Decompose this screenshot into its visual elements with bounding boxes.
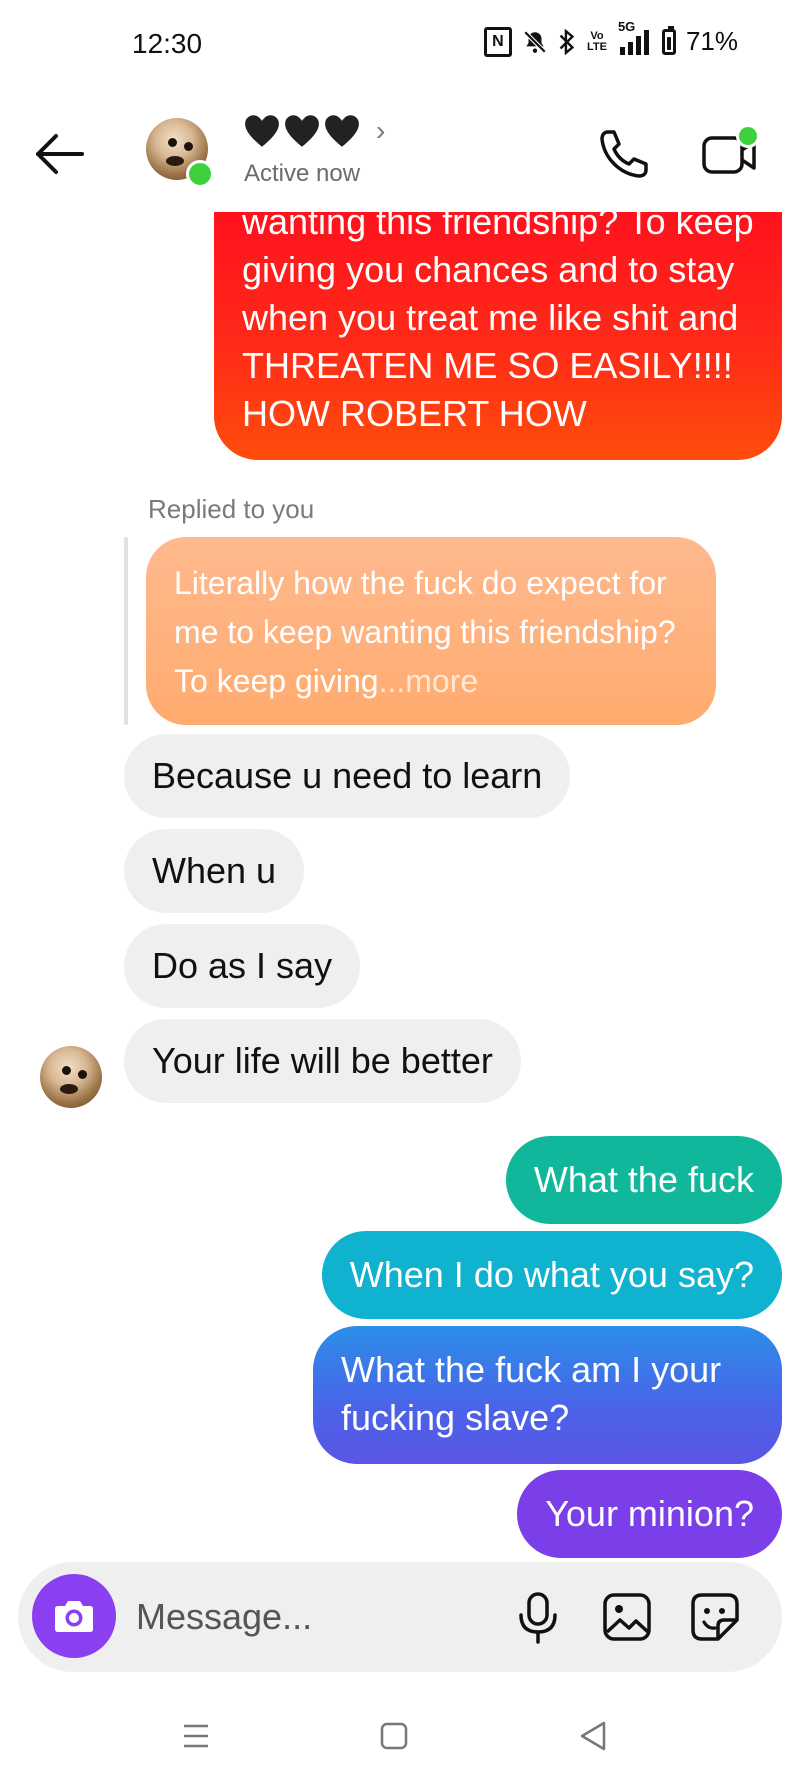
- contact-name[interactable]: ›: [244, 114, 385, 148]
- sticker-icon: [691, 1593, 739, 1641]
- sticker-button[interactable]: [690, 1592, 740, 1642]
- battery-icon: [661, 25, 676, 55]
- video-active-indicator: [736, 124, 760, 148]
- outgoing-message-bubble[interactable]: What the fuck am I your fucking slave?: [313, 1326, 782, 1464]
- quoted-message-bubble[interactable]: Literally how the fuck do expect for me …: [146, 537, 716, 725]
- home-square-icon: [380, 1722, 408, 1750]
- bluetooth-icon: [558, 28, 576, 55]
- signal-icon: 5G: [618, 19, 652, 55]
- back-arrow-icon: [36, 134, 84, 174]
- incoming-message-bubble[interactable]: Do as I say: [124, 924, 361, 1008]
- voice-message-button[interactable]: [514, 1591, 562, 1645]
- recent-apps-button[interactable]: [182, 1722, 210, 1750]
- gallery-button[interactable]: [602, 1592, 652, 1642]
- reply-label: Replied to you: [148, 494, 315, 524]
- black-heart-icon: [245, 115, 279, 147]
- microphone-icon: [519, 1592, 557, 1644]
- status-icons: N Vo LTE 5G 71%: [483, 19, 738, 57]
- chevron-right-icon: ›: [376, 115, 386, 146]
- outgoing-message-bubble[interactable]: When I do what you say?: [321, 1231, 782, 1319]
- phone-icon: [600, 130, 648, 178]
- battery-percent: 71%: [685, 26, 738, 56]
- back-triangle-icon: [580, 1721, 606, 1751]
- incoming-message-bubble[interactable]: When u: [124, 829, 305, 913]
- mute-notification-icon: [522, 29, 548, 55]
- sender-avatar[interactable]: [40, 1046, 102, 1108]
- outgoing-message-bubble[interactable]: wanting this friendship? To keep giving …: [214, 212, 782, 460]
- home-button[interactable]: [380, 1722, 408, 1750]
- system-back-button[interactable]: [578, 1720, 608, 1752]
- online-status-indicator: [186, 160, 214, 188]
- reply-quote-bar: [124, 537, 128, 725]
- active-status-text: Active now: [244, 160, 361, 187]
- menu-lines-icon: [184, 1724, 208, 1748]
- nfc-icon: N: [483, 26, 512, 57]
- network-type-label: 5G: [617, 18, 636, 34]
- voice-call-button[interactable]: [596, 126, 652, 182]
- incoming-message-bubble[interactable]: Your life will be better: [124, 1019, 521, 1103]
- back-button[interactable]: [32, 126, 88, 182]
- status-time: 12:30: [132, 28, 203, 59]
- camera-button[interactable]: [32, 1574, 116, 1658]
- black-heart-icon: [285, 115, 319, 147]
- outgoing-message-bubble[interactable]: What the fuck: [505, 1136, 782, 1224]
- quoted-more-link[interactable]: ...more: [379, 663, 479, 699]
- message-input[interactable]: [134, 1590, 498, 1644]
- black-heart-icon: [325, 115, 359, 147]
- image-gallery-icon: [603, 1593, 651, 1641]
- volte-icon: Vo LTE: [586, 29, 607, 53]
- incoming-message-bubble[interactable]: Because u need to learn: [124, 734, 571, 818]
- camera-icon: [55, 1601, 93, 1632]
- message-thread[interactable]: wanting this friendship? To keep giving …: [0, 212, 800, 1562]
- outgoing-message-bubble[interactable]: Your minion?: [517, 1470, 782, 1558]
